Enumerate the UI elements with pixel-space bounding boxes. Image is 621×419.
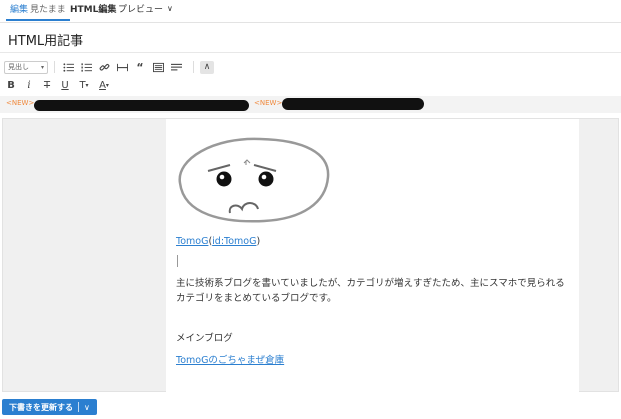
tab-html-edit[interactable]: HTML編集 [70, 0, 116, 21]
intro-paragraph: 主に技術系ブログを書いていましたが、カテゴリが増えすぎたため、主にスマホで見られ… [176, 278, 565, 304]
caret-down-icon: ▾ [40, 63, 44, 71]
tab-preview[interactable]: プレビュー ∨ [118, 0, 173, 21]
chevron-down-icon: ∨ [167, 4, 173, 13]
update-draft-label: 下書きを更新する [9, 402, 73, 412]
italic-button[interactable]: i [22, 78, 36, 92]
text-color-label: A [99, 79, 106, 91]
toolbar-separator [54, 61, 55, 73]
caret-down-icon: ▾ [105, 81, 109, 89]
tab-wysiwyg-edit[interactable]: 編集 見たまま [6, 0, 70, 21]
toolbar-separator [193, 61, 194, 73]
redacted-item-1[interactable] [34, 100, 249, 111]
main-blog-heading: メインブログ [176, 333, 233, 344]
new-label-2: <NEW> [254, 99, 283, 107]
text-size-button[interactable]: T ▾ [76, 78, 92, 92]
bold-button[interactable]: B [4, 78, 18, 92]
numbered-list-icon[interactable] [79, 60, 93, 74]
horizontal-rule-icon[interactable] [115, 60, 129, 74]
author-id-link[interactable]: id:TomoG [212, 236, 256, 247]
toolbar-row-2: B i T U T ▾ A ▾ [4, 77, 116, 93]
button-divider [78, 402, 79, 412]
caret-down-icon: ▾ [85, 81, 89, 89]
author-link[interactable]: TomoG [176, 236, 208, 247]
tab-edit-label: 編集 [10, 5, 29, 15]
bullet-list-icon[interactable] [61, 60, 75, 74]
table-icon[interactable] [169, 60, 183, 74]
strikethrough-button[interactable]: T [40, 78, 54, 92]
tab-preview-label: プレビュー [118, 5, 164, 15]
main-blog-link-line: TomoGのごちゃまぜ倉庫 [176, 352, 284, 366]
redacted-item-2[interactable] [282, 98, 424, 110]
heading-select-value: 見出し [8, 63, 29, 71]
title-divider [0, 52, 621, 53]
heading-select[interactable]: 見出し ▾ [4, 60, 48, 74]
text-cursor [177, 255, 178, 267]
editor-tabs: 編集 見たまま HTML編集 プレビュー ∨ [0, 0, 621, 23]
underline-button[interactable]: U [58, 78, 72, 92]
new-label-1: <NEW> [6, 99, 35, 107]
tab-html-label: HTML編集 [70, 5, 117, 15]
article-title-input[interactable] [0, 27, 621, 51]
main-blog-link[interactable]: TomoGのごちゃまぜ倉庫 [176, 355, 284, 366]
toolbar-row-1: 見出し ▾ “ ∧ [4, 59, 218, 75]
tab-edit-sublabel: 見たまま [30, 5, 66, 15]
image-icon[interactable] [151, 60, 165, 74]
text-color-button[interactable]: A ▾ [96, 78, 112, 92]
update-draft-button[interactable]: 下書きを更新する ∨ [2, 399, 97, 415]
author-paren-close: ) [256, 236, 261, 247]
link-icon[interactable] [97, 60, 111, 74]
new-items-bar: <NEW> <NEW> [0, 96, 621, 113]
blockquote-icon[interactable]: “ [133, 60, 147, 74]
chevron-down-icon[interactable]: ∨ [84, 403, 90, 412]
author-link-line: TomoG(id:TomoG) [176, 236, 260, 247]
profile-illustration [178, 137, 330, 223]
collapse-toolbar-icon[interactable]: ∧ [200, 60, 214, 74]
